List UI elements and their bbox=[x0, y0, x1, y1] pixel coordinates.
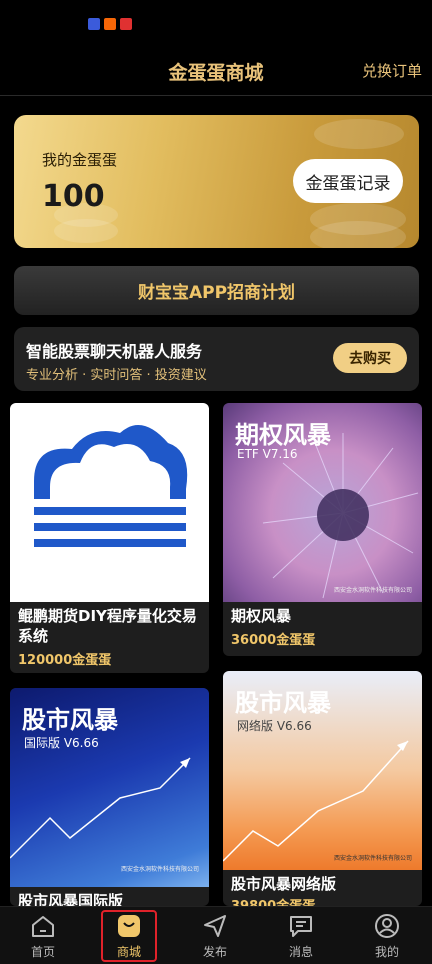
product-brand-title: 股市风暴 bbox=[235, 689, 331, 717]
egg-record-button[interactable]: 金蛋蛋记录 bbox=[293, 159, 403, 203]
stock-bot-service-card[interactable]: 智能股票聊天机器人服务 专业分析 · 实时问答 · 投资建议 去购买 bbox=[14, 327, 419, 391]
product-company: 西安金水洞软件科技有限公司 bbox=[333, 587, 412, 594]
bottom-navigation: 首页 商城 发布 消息 我的 bbox=[0, 906, 432, 964]
nav-label: 我的 bbox=[374, 945, 399, 959]
product-brand-title: 股市风暴 bbox=[22, 706, 118, 734]
send-icon bbox=[204, 915, 226, 937]
product-price: 39800金蛋蛋 bbox=[231, 895, 315, 906]
product-name: 鲲鹏期货DIY程序量化交易系统 bbox=[18, 607, 197, 645]
status-bar bbox=[0, 0, 432, 44]
game-app-icon bbox=[104, 18, 116, 30]
product-price: 36000金蛋蛋 bbox=[231, 633, 316, 648]
cloud-logo-icon bbox=[34, 425, 188, 547]
product-card[interactable]: 期权风暴 ETF V7.16 西安金水洞软件科技有限公司 期权风暴 36000金… bbox=[223, 403, 422, 656]
service-subtitle: 专业分析 · 实时问答 · 投资建议 bbox=[26, 368, 207, 383]
egg-balance-label: 我的金蛋蛋 bbox=[42, 151, 118, 169]
shop-app-icon bbox=[120, 18, 132, 30]
video-app-icon bbox=[88, 18, 100, 30]
product-price: 120000金蛋蛋 bbox=[18, 653, 112, 668]
product-card[interactable]: 鲲鹏期货DIY程序量化交易系统 120000金蛋蛋 bbox=[10, 403, 209, 673]
product-card[interactable]: 股市风暴 国际版 V6.66 西安金水洞软件科技有限公司 股市风暴国际版 bbox=[10, 688, 209, 906]
product-name: 期权风暴 bbox=[231, 607, 292, 625]
product-version: 网络版 V6.66 bbox=[237, 719, 312, 733]
product-image bbox=[10, 403, 209, 602]
product-card[interactable]: 股市风暴 网络版 V6.66 西安金水洞软件科技有限公司 股市风暴网络版 398… bbox=[223, 671, 422, 906]
header: 金蛋蛋商城 兑换订单 bbox=[0, 44, 432, 96]
product-version: 国际版 V6.66 bbox=[24, 736, 99, 750]
merchant-plan-banner[interactable]: 财宝宝APP招商计划 bbox=[14, 266, 419, 315]
product-brand-title: 期权风暴 bbox=[235, 421, 331, 449]
egg-balance-value: 100 bbox=[42, 179, 105, 214]
service-title: 智能股票聊天机器人服务 bbox=[26, 342, 203, 361]
nav-label: 首页 bbox=[30, 945, 55, 959]
nav-item-messages[interactable]: 消息 bbox=[258, 907, 344, 964]
active-tab-highlight bbox=[101, 910, 157, 962]
nav-item-profile[interactable]: 我的 bbox=[344, 907, 430, 964]
message-icon bbox=[290, 916, 312, 937]
nav-item-home[interactable]: 首页 bbox=[0, 907, 86, 964]
product-version: ETF V7.16 bbox=[237, 447, 298, 461]
product-name: 股市风暴国际版 bbox=[18, 892, 124, 906]
nav-item-publish[interactable]: 发布 bbox=[172, 907, 258, 964]
home-icon bbox=[32, 916, 54, 937]
product-company: 西安金水洞软件科技有限公司 bbox=[120, 866, 199, 873]
golden-egg-balance-card: 我的金蛋蛋 100 金蛋蛋记录 bbox=[14, 115, 419, 248]
nav-label: 消息 bbox=[288, 945, 313, 959]
buy-button[interactable]: 去购买 bbox=[333, 343, 407, 373]
product-image: 股市风暴 国际版 V6.66 西安金水洞软件科技有限公司 bbox=[10, 688, 209, 887]
profile-icon bbox=[375, 914, 399, 938]
exchange-orders-link[interactable]: 兑换订单 bbox=[362, 60, 422, 81]
nav-label: 发布 bbox=[202, 945, 227, 959]
product-company: 西安金水洞软件科技有限公司 bbox=[333, 855, 412, 862]
product-image: 股市风暴 网络版 V6.66 西安金水洞软件科技有限公司 bbox=[223, 671, 422, 870]
product-image: 期权风暴 ETF V7.16 西安金水洞软件科技有限公司 bbox=[223, 403, 422, 602]
product-name: 股市风暴网络版 bbox=[231, 875, 337, 893]
